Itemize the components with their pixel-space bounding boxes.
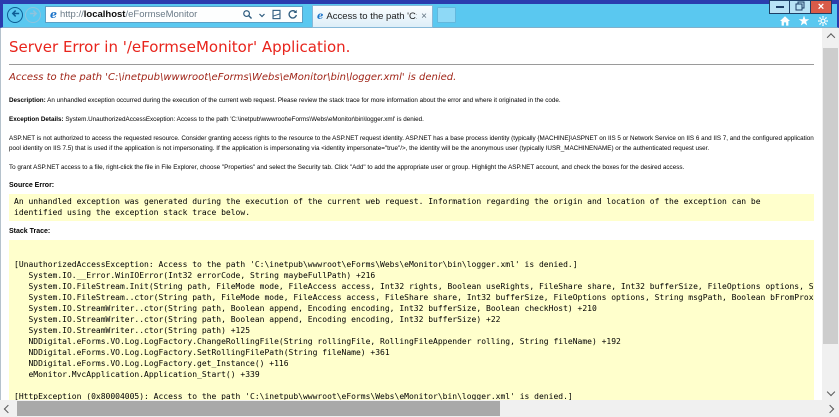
refresh-icon[interactable] <box>287 9 298 20</box>
tab-title: Access to the path 'C:\inetp... <box>326 11 417 22</box>
grant-access-paragraph: To grant ASP.NET access to a file, right… <box>9 163 814 173</box>
home-icon[interactable] <box>779 15 791 27</box>
back-arrow-icon <box>10 6 21 24</box>
restore-icon <box>795 0 805 16</box>
window-frame-strip <box>3 0 837 4</box>
compatibility-view-icon[interactable] <box>271 9 282 20</box>
tab-favicon: e <box>317 12 323 22</box>
stack-trace-text: [UnauthorizedAccessException: Access to … <box>14 248 809 400</box>
source-error-box: An unhandled exception was generated dur… <box>9 194 814 221</box>
page-title: Server Error in '/eFormseMonitor' Applic… <box>9 38 814 56</box>
scroll-down-arrow[interactable] <box>822 384 839 400</box>
tab-close-icon[interactable]: × <box>420 12 428 22</box>
search-icon[interactable] <box>242 9 253 20</box>
description-label: Description: <box>9 97 46 104</box>
chevron-right-icon <box>826 404 834 412</box>
stack-trace-label: Stack Trace: <box>9 228 814 235</box>
error-subtitle: Access to the path 'C:\inetpub\wwwroot\e… <box>9 72 814 83</box>
close-icon: × <box>818 2 824 13</box>
restore-button[interactable] <box>790 0 811 14</box>
browser-tab-active[interactable]: e Access to the path 'C:\inetp... × <box>312 5 433 28</box>
scroll-right-arrow[interactable] <box>822 400 838 417</box>
stack-trace-box: [UnauthorizedAccessException: Access to … <box>9 240 814 400</box>
chevron-up-icon <box>826 33 834 41</box>
error-page: Server Error in '/eFormseMonitor' Applic… <box>1 28 822 400</box>
horizontal-scrollbar[interactable] <box>0 400 839 417</box>
settings-gear-icon[interactable] <box>817 15 829 27</box>
new-tab-button[interactable] <box>437 7 456 23</box>
url-text: http://localhost/eFormseMonitor <box>60 9 239 20</box>
scroll-left-arrow[interactable] <box>0 400 16 417</box>
forward-button[interactable] <box>25 7 41 23</box>
chevron-left-icon <box>4 404 12 412</box>
site-favicon: e <box>50 9 57 20</box>
exception-details-label: Exception Details: <box>9 116 64 123</box>
back-button[interactable] <box>7 7 23 23</box>
minimize-icon <box>776 6 784 8</box>
window-controls: × <box>769 0 832 14</box>
browser-toolbar <box>779 15 829 27</box>
exception-details-paragraph: Exception Details: System.UnauthorizedAc… <box>9 115 814 125</box>
minimize-button[interactable] <box>769 0 790 14</box>
favorites-star-icon[interactable] <box>798 15 810 27</box>
aspnet-identity-paragraph: ASP.NET is not authorized to access the … <box>9 134 814 154</box>
forward-arrow-icon <box>28 6 39 24</box>
chevron-down-icon <box>826 388 834 396</box>
scroll-up-arrow[interactable] <box>822 28 839 44</box>
description-paragraph: Description: An unhandled exception occu… <box>9 96 814 106</box>
horizontal-scroll-thumb[interactable] <box>17 401 500 416</box>
vertical-scrollbar[interactable] <box>822 28 839 400</box>
source-error-label: Source Error: <box>9 182 814 189</box>
browser-chrome: e http://localhost/eFormseMonitor e Acce… <box>0 0 839 28</box>
close-button[interactable]: × <box>811 0 832 14</box>
address-bar[interactable]: e http://localhost/eFormseMonitor <box>45 6 303 23</box>
autocomplete-caret-icon[interactable] <box>258 11 266 19</box>
divider <box>9 64 814 65</box>
vertical-scroll-thumb[interactable] <box>823 48 838 344</box>
